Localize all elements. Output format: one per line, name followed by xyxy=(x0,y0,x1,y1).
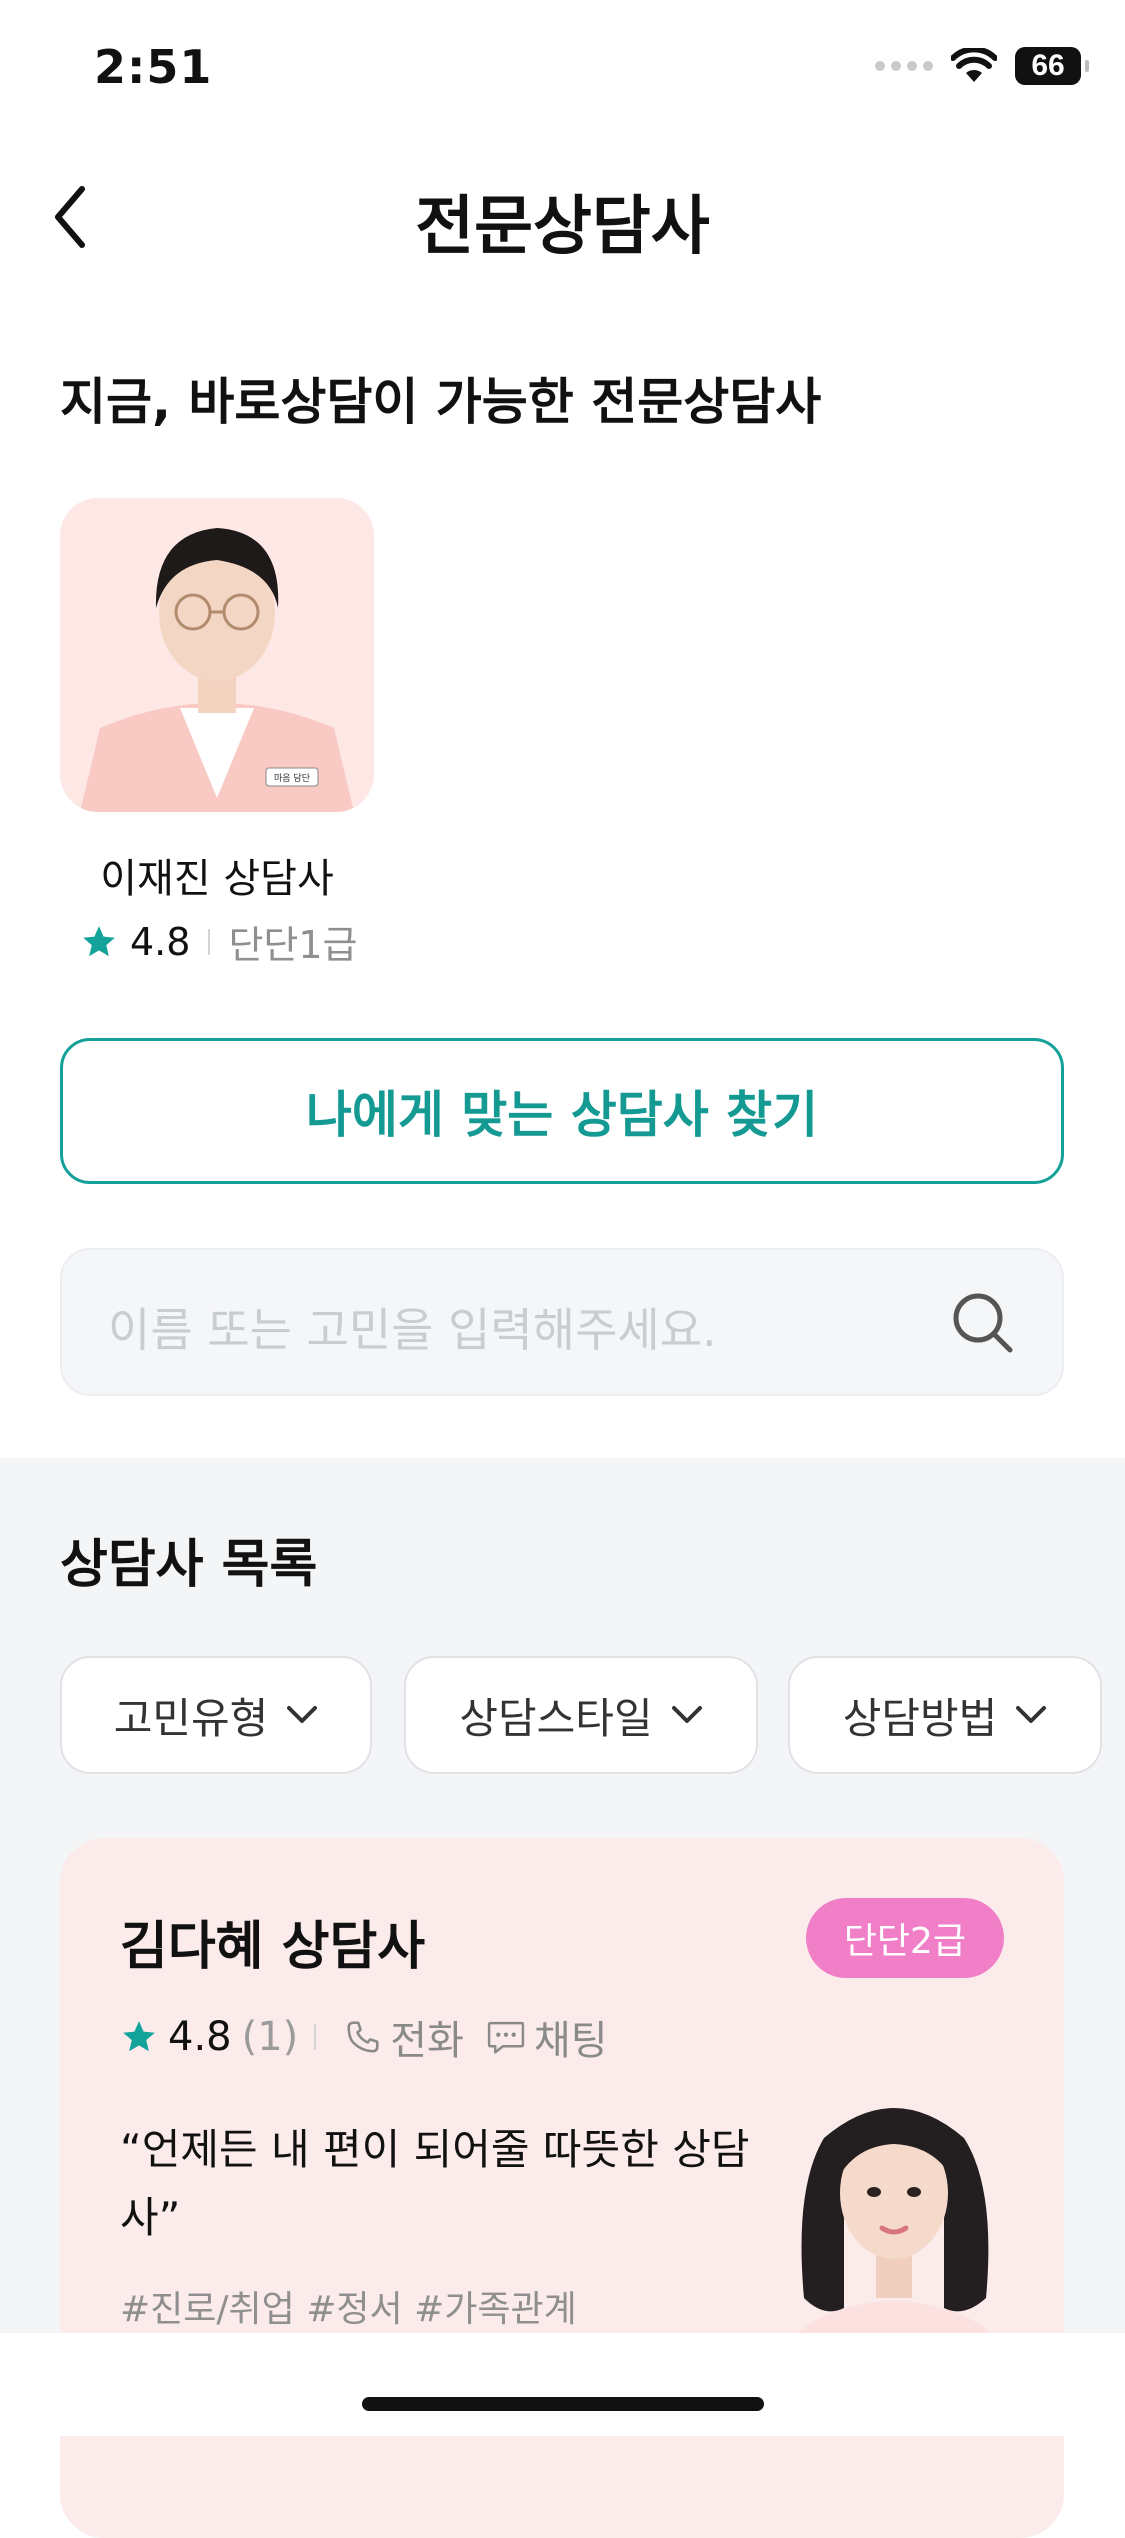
star-icon xyxy=(123,2021,155,2052)
counselor-rating: 4.8 xyxy=(168,2014,232,2060)
filter-label: 고민유형 xyxy=(113,1693,269,1743)
name-badge-text: 마음 담단 xyxy=(274,772,310,784)
method-label: 채팅 xyxy=(533,2018,608,2064)
chat-icon xyxy=(487,2021,525,2054)
counselor-meta: 4.8 (1) 전화 채팅 xyxy=(120,2008,608,2066)
featured-counselor-photo[interactable]: 마음 담단 xyxy=(60,498,374,812)
method-chat: 채팅 xyxy=(486,2008,608,2066)
review-count: (1) xyxy=(241,2014,299,2060)
counselor-name: 김다혜 상담사 xyxy=(120,1917,426,1977)
available-counselors-heading: 지금, 바로상담이 가능한 전문상담사 xyxy=(60,373,822,431)
status-time: 2:51 xyxy=(94,40,213,94)
chevron-down-icon xyxy=(287,1706,318,1723)
filter-label: 상담스타일 xyxy=(459,1693,653,1743)
divider xyxy=(208,928,211,955)
search-icon[interactable] xyxy=(948,1288,1018,1358)
phone-icon xyxy=(347,2021,379,2053)
featured-counselor-name[interactable]: 이재진 상담사 xyxy=(60,846,374,904)
counselor-quote: “언제든 내 편이 되어줄 따뜻한 상담사” xyxy=(120,2125,750,2242)
cellular-signal-icon xyxy=(875,61,933,71)
counselor-list-heading: 상담사 목록 xyxy=(60,1535,318,1595)
counselor-tags: #진로/취업 #정서 #가족관계 xyxy=(120,2289,577,2330)
divider xyxy=(314,2024,317,2050)
bottom-safe-area xyxy=(0,2333,1125,2436)
chevron-down-icon xyxy=(1016,1706,1047,1723)
home-indicator[interactable] xyxy=(362,2397,764,2411)
status-indicators: 66 xyxy=(875,44,1089,88)
featured-counselor-meta: 4.8 단단1급 xyxy=(80,914,358,969)
filter-label: 상담방법 xyxy=(842,1693,998,1743)
grade-badge: 단단2급 xyxy=(805,1898,1004,1978)
filter-concern-type[interactable]: 고민유형 xyxy=(60,1656,372,1774)
counselor-portrait xyxy=(774,2108,1014,2368)
star-icon xyxy=(83,925,115,956)
method-label: 전화 xyxy=(390,2018,464,2064)
search-placeholder: 이름 또는 고민을 입력해주세요. xyxy=(108,1303,717,1357)
filter-counseling-style[interactable]: 상담스타일 xyxy=(404,1656,758,1774)
featured-rating: 4.8 xyxy=(130,919,191,964)
featured-grade: 단단1급 xyxy=(228,923,358,967)
page-title: 전문상담사 xyxy=(415,190,710,264)
counselor-portrait: 마음 담단 xyxy=(60,498,374,812)
wifi-icon xyxy=(951,48,997,82)
search-field[interactable]: 이름 또는 고민을 입력해주세요. xyxy=(60,1248,1064,1396)
chevron-down-icon xyxy=(671,1706,702,1723)
filter-counseling-method[interactable]: 상담방법 xyxy=(788,1656,1102,1774)
method-phone: 전화 xyxy=(344,2008,464,2066)
find-matching-counselor-button[interactable]: 나에게 맞는 상담사 찾기 xyxy=(60,1038,1064,1184)
battery-icon: 66 xyxy=(1015,47,1089,85)
